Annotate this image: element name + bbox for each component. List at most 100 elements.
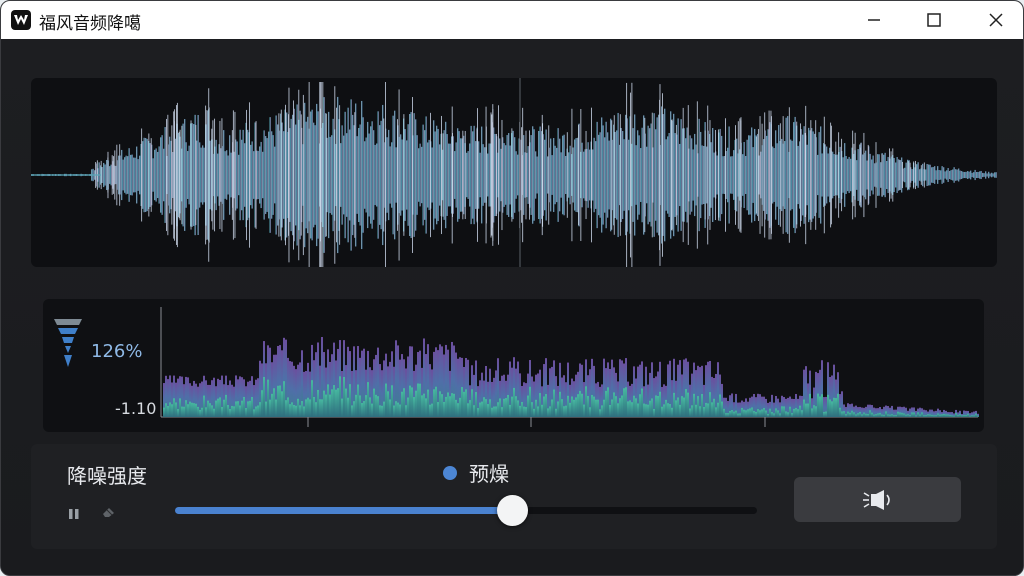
slider-thumb[interactable] [497,495,529,526]
spectrum-bar-low [293,404,295,417]
spectrum-bar-low [745,410,747,417]
waveform-bar [656,117,658,233]
waveform-bar [778,125,780,225]
spectrum-bar-low [661,406,663,417]
spectrum-bar-low [489,399,491,417]
waveform-bar [575,137,577,213]
waveform-bar [271,131,273,219]
spectrum-bar-low [227,405,229,417]
waveform-bar [980,170,982,180]
waveform-bar [280,109,282,241]
waveform-bar [209,140,211,210]
spectrum-bar-low [337,388,339,417]
spectrum-bar-low [885,411,887,417]
waveform-bar [788,107,790,243]
waveform-bar [768,110,770,240]
waveform-bar [436,125,438,225]
preset-radio-dot[interactable] [443,465,457,480]
waveform-bar [827,153,829,197]
spectrum-bar-low [901,412,903,417]
waveform-bar [190,120,192,230]
close-icon [989,13,1003,27]
waveform-bar [409,114,411,236]
waveform-bar [179,129,181,221]
waveform-bar [796,121,798,229]
spectrum-bar-low [325,394,327,417]
spectrum-bar-low [475,392,477,417]
waveform-bar [277,124,279,226]
waveform-bar [130,154,132,196]
spectrum-bar-low [813,405,815,417]
waveform-bar [632,128,634,222]
spectrum-bar-low [373,388,375,417]
spectrum-bar-low [193,403,195,417]
waveform-bar [230,152,232,198]
spectrum-bar-low [413,397,415,417]
waveform-bar [787,116,789,234]
spectrum-bar-low [339,376,341,417]
noise-reduction-slider[interactable] [175,495,757,526]
minimize-button[interactable] [847,1,901,39]
waveform-bar [403,114,405,236]
close-button[interactable] [969,1,1023,39]
waveform-bar [967,171,969,179]
spectrum-bar-low [963,415,965,417]
waveform-bar [742,154,744,196]
waveform-display[interactable] [31,78,997,267]
spectrum-bar-low [527,395,529,417]
spectrum-bar-low [923,415,925,417]
spectrum-bar-low [591,394,593,417]
waveform-bar [862,154,864,196]
waveform-bar [292,114,294,236]
waveform-bar [241,139,243,211]
waveform-bar [994,172,996,178]
spectrum-bar-low [513,387,515,417]
waveform-bar [509,145,511,205]
eraser-icon[interactable] [101,504,117,523]
spectrum-bar-low [881,414,883,417]
waveform-bar [824,144,826,206]
spectrum-bar-low [973,415,975,417]
pause-icon[interactable] [68,505,80,524]
waveform-bar [349,129,351,221]
spectrum-bar-low [625,387,627,417]
waveform-bar [937,166,939,184]
spectrum-bar-low [379,405,381,417]
spectrum-bar-low [555,408,557,417]
spectrum-bar-low [197,406,199,417]
apply-denoise-button[interactable] [794,477,961,522]
waveform-bar [373,130,375,220]
spectrum-bar-low [249,400,251,417]
waveform-bar [766,135,768,215]
spectrum-bar-low [449,396,451,417]
maximize-button[interactable] [907,1,961,39]
waveform-bar [464,130,466,220]
waveform-bar [532,126,534,224]
waveform-bar [721,135,723,215]
waveform-bar [334,86,336,264]
spectrum-bar-low [737,413,739,417]
waveform-bar [971,172,973,178]
waveform-bar [110,164,112,186]
spectrum-bar-low [431,403,433,417]
waveform-bar [221,118,223,232]
waveform-bar [304,102,306,248]
waveform-bar [442,133,444,217]
waveform-bar [182,123,184,227]
spectrum-bar-low [385,383,387,417]
waveform-bar [254,122,256,228]
spectrum-bar-low [383,401,385,417]
waveform-bar [485,126,487,224]
waveform-bar [410,112,412,238]
waveform-bar [462,130,464,220]
waveform-bar [157,151,159,199]
waveform-bar [836,154,838,196]
spectrum-bar-low [819,396,821,417]
preset-option[interactable]: 预燥 [443,458,509,487]
waveform-bar [631,82,633,267]
spectrum-bar-low [691,405,693,417]
spectrum-bar-low [739,413,741,417]
waveform-bar [143,137,145,213]
spectrum-bar-low [501,407,503,417]
spectrum-bar-low [893,415,895,417]
